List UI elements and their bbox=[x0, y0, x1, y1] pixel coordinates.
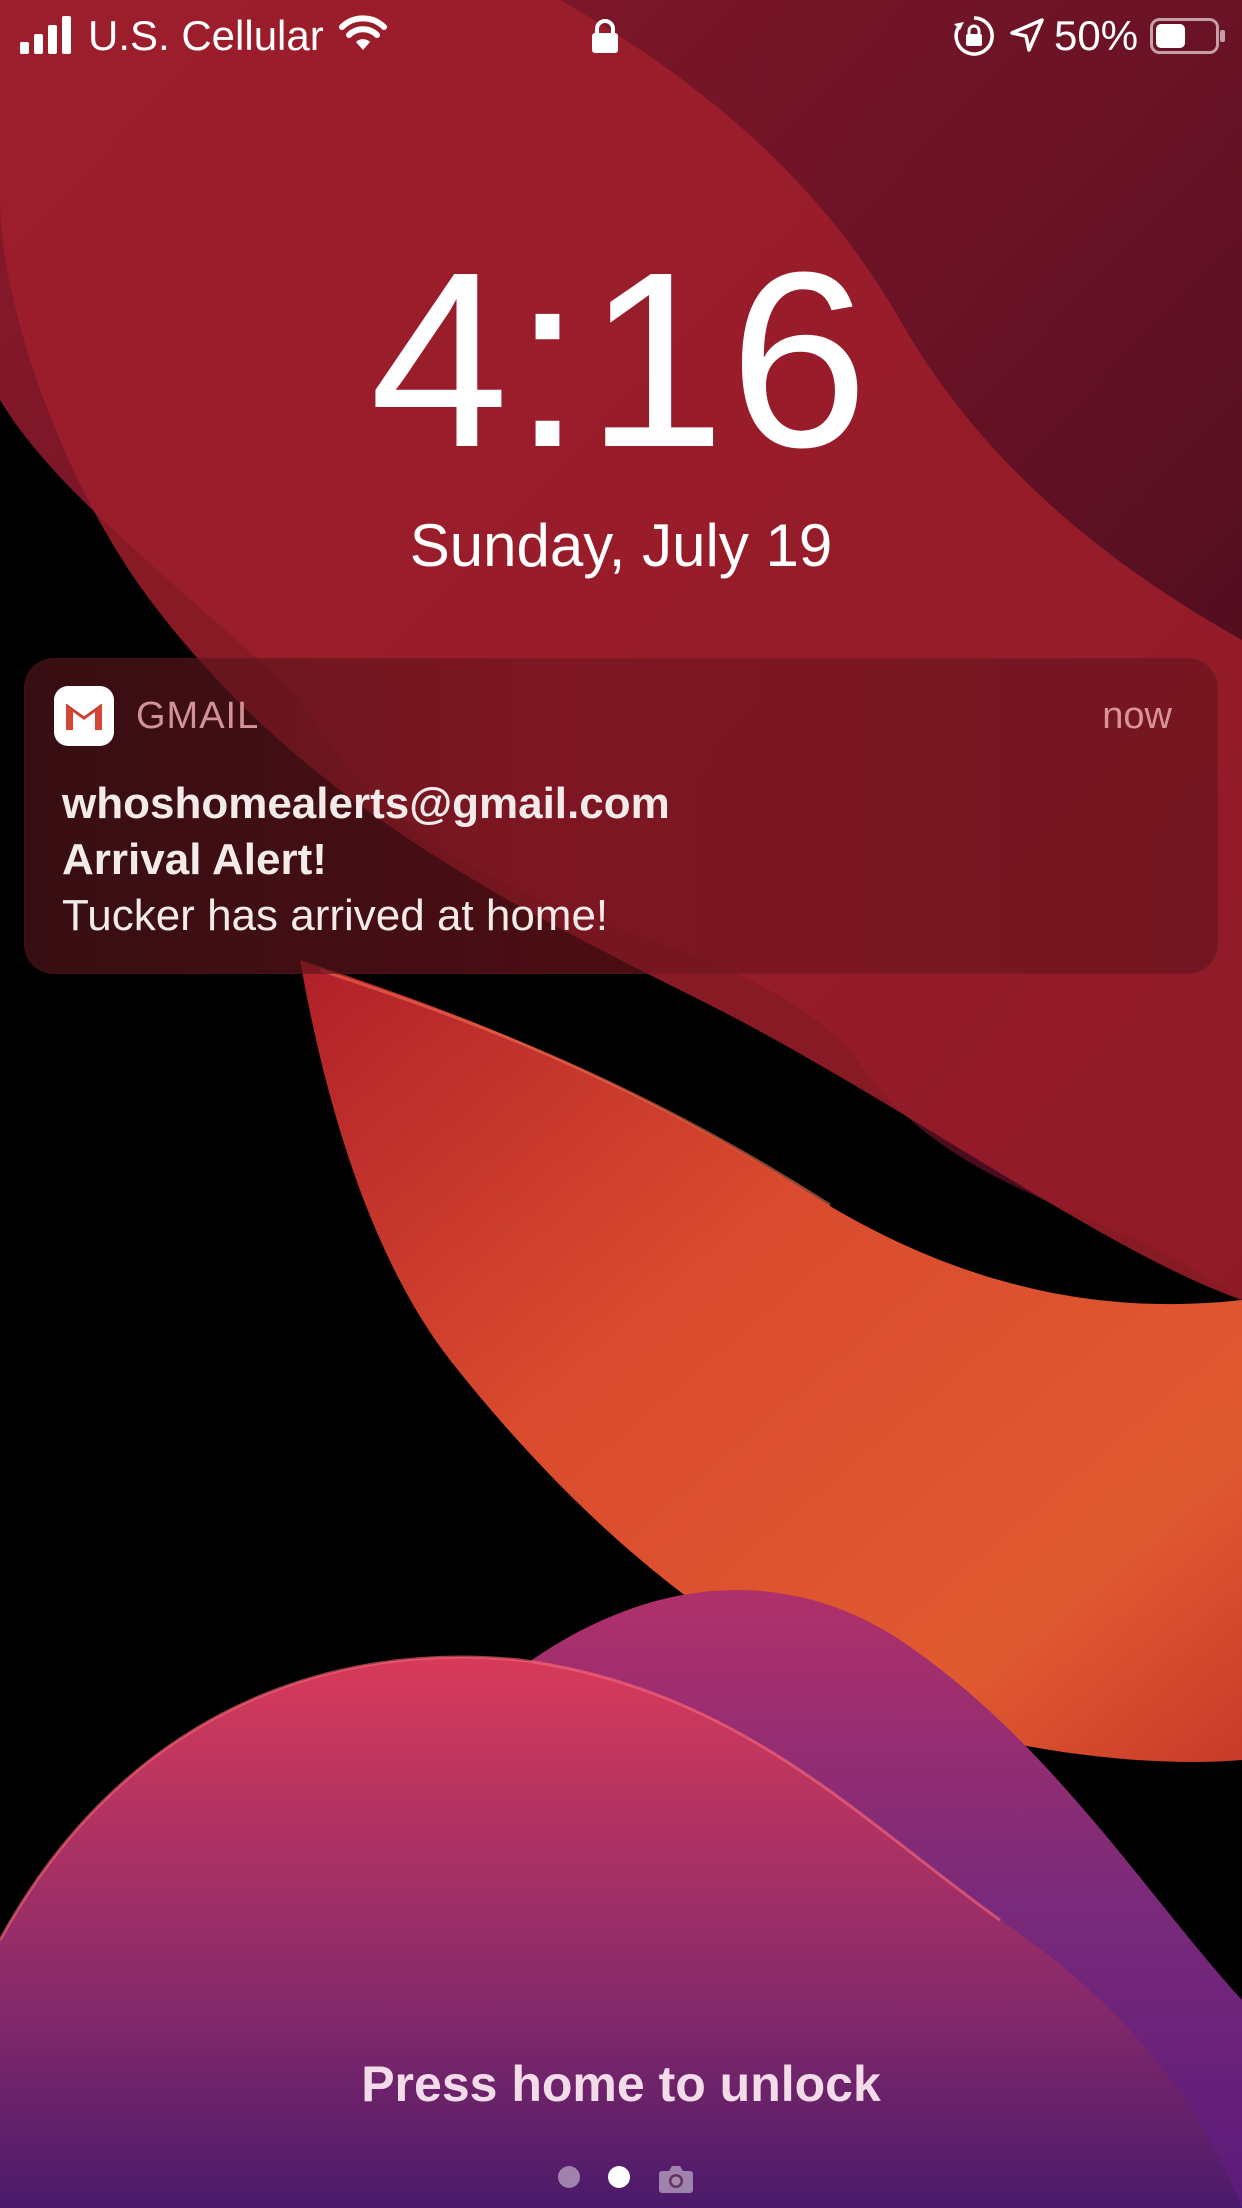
location-arrow-icon bbox=[1010, 18, 1044, 52]
battery-icon bbox=[1150, 18, 1225, 54]
lock-screen: U.S. Cellular 50% 4:16 Sunday, July 19 G… bbox=[0, 0, 1242, 2208]
unlock-hint: Press home to unlock bbox=[361, 2056, 881, 2112]
lock-icon bbox=[592, 19, 618, 53]
rotation-lock-icon bbox=[954, 16, 994, 56]
camera-icon[interactable] bbox=[658, 2164, 694, 2194]
notification-app-name: GMAIL bbox=[136, 695, 260, 737]
page-indicator[interactable] bbox=[0, 2160, 1242, 2194]
date-label: Sunday, July 19 bbox=[409, 512, 833, 579]
status-bar: U.S. Cellular 50% bbox=[0, 0, 1242, 72]
page-dot-2-active[interactable] bbox=[608, 2166, 630, 2188]
carrier-name: U.S. Cellular bbox=[88, 12, 324, 59]
notification-time: now bbox=[1102, 695, 1172, 737]
gmail-icon bbox=[54, 686, 114, 746]
gmail-notification[interactable]: GMAIL now whoshomealerts@gmail.com Arriv… bbox=[24, 658, 1218, 974]
notification-sender: whoshomealerts@gmail.com bbox=[62, 779, 670, 828]
clock-time: 4:16 bbox=[369, 220, 873, 499]
wifi-icon bbox=[339, 15, 387, 50]
notification-title: Arrival Alert! bbox=[62, 835, 327, 884]
battery-percent: 50% bbox=[1054, 12, 1139, 59]
notification-body: Tucker has arrived at home! bbox=[62, 891, 609, 940]
page-dot-1[interactable] bbox=[558, 2166, 580, 2188]
signal-bars-icon bbox=[20, 16, 71, 54]
